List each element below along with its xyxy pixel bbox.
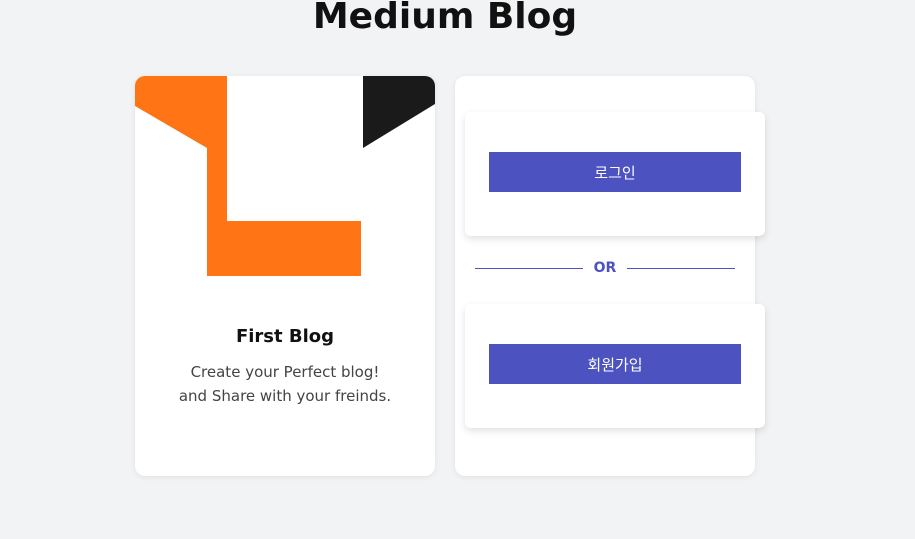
blog-description-line: and Share with your freinds. xyxy=(178,387,392,405)
blog-card: First Blog Create your Perfect blog! and… xyxy=(135,76,435,476)
blog-description-line: Create your Perfect blog! xyxy=(190,363,380,381)
signup-button[interactable]: 회원가입 xyxy=(489,344,741,384)
divider-line-right xyxy=(627,268,735,269)
blog-logo xyxy=(135,76,435,276)
blog-description: Create your Perfect blog! and Share with… xyxy=(135,360,435,408)
auth-card: 로그인 OR 회원가입 xyxy=(455,76,765,476)
login-box: 로그인 xyxy=(465,112,765,236)
page-title: Medium Blog xyxy=(312,0,578,37)
login-button[interactable]: 로그인 xyxy=(489,152,741,192)
blog-title: First Blog xyxy=(235,326,335,347)
logo-image xyxy=(135,76,435,276)
signup-box: 회원가입 xyxy=(465,304,765,428)
or-divider: OR xyxy=(475,258,735,278)
